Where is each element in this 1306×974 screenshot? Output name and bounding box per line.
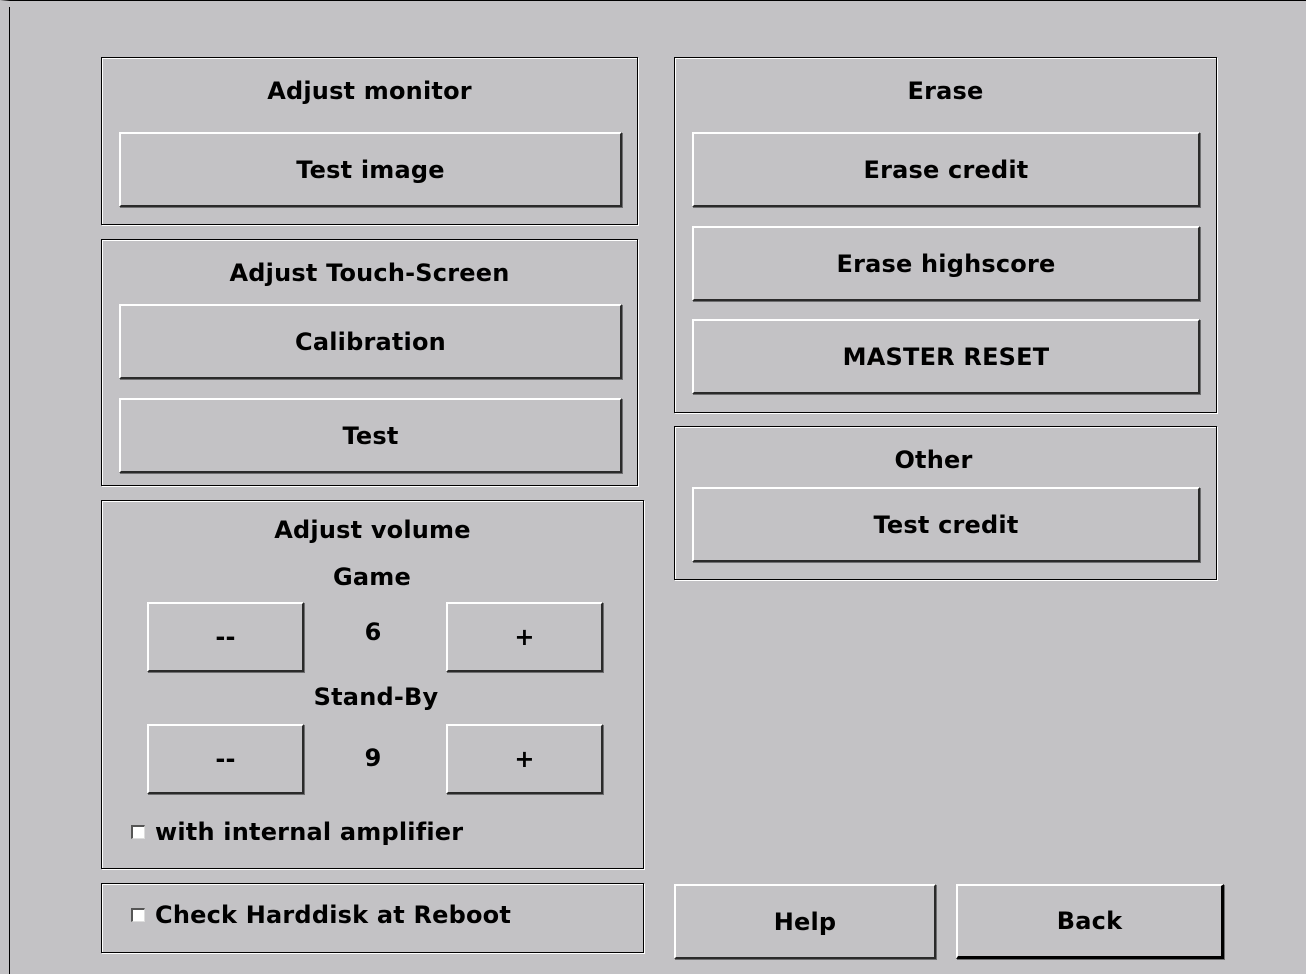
help-button[interactable]: Help xyxy=(674,884,936,959)
internal-amplifier-option[interactable]: with internal amplifier xyxy=(131,815,463,849)
adjust-monitor-title: Adjust monitor xyxy=(267,77,472,105)
check-harddisk-checkbox[interactable] xyxy=(131,908,145,922)
test-image-button[interactable]: Test image xyxy=(119,132,622,207)
touch-test-button[interactable]: Test xyxy=(119,398,622,473)
check-harddisk-group: Check Harddisk at Reboot xyxy=(101,883,644,953)
adjust-touch-screen-title: Adjust Touch-Screen xyxy=(229,259,510,287)
check-harddisk-option[interactable]: Check Harddisk at Reboot xyxy=(131,898,511,932)
internal-amplifier-label[interactable]: with internal amplifier xyxy=(155,818,463,846)
master-reset-button[interactable]: MASTER RESET xyxy=(692,319,1200,394)
game-volume-increase-button[interactable]: + xyxy=(446,602,603,672)
standby-volume-value: 9 xyxy=(364,744,382,772)
erase-group: Erase Erase credit Erase highscore MASTE… xyxy=(674,57,1217,413)
game-volume-label: Game xyxy=(333,563,411,591)
standby-volume-decrease-button[interactable]: -- xyxy=(147,724,304,794)
test-credit-button[interactable]: Test credit xyxy=(692,487,1200,562)
game-volume-value: 6 xyxy=(364,618,382,646)
calibration-button[interactable]: Calibration xyxy=(119,304,622,379)
check-harddisk-label[interactable]: Check Harddisk at Reboot xyxy=(155,901,511,929)
back-button[interactable]: Back xyxy=(956,884,1224,959)
game-volume-decrease-button[interactable]: -- xyxy=(147,602,304,672)
erase-highscore-button[interactable]: Erase highscore xyxy=(692,226,1200,301)
standby-volume-label: Stand-By xyxy=(313,683,439,711)
erase-title: Erase xyxy=(907,77,984,105)
internal-amplifier-checkbox[interactable] xyxy=(131,825,145,839)
adjust-monitor-group: Adjust monitor Test image xyxy=(101,57,638,225)
adjust-volume-title: Adjust volume xyxy=(274,516,471,544)
other-title: Other xyxy=(894,446,973,474)
erase-credit-button[interactable]: Erase credit xyxy=(692,132,1200,207)
other-group: Other Test credit xyxy=(674,426,1217,580)
adjust-volume-group: Adjust volume Game -- 6 + Stand-By -- 9 … xyxy=(101,500,644,869)
adjust-touch-screen-group: Adjust Touch-Screen Calibration Test xyxy=(101,239,638,486)
standby-volume-increase-button[interactable]: + xyxy=(446,724,603,794)
